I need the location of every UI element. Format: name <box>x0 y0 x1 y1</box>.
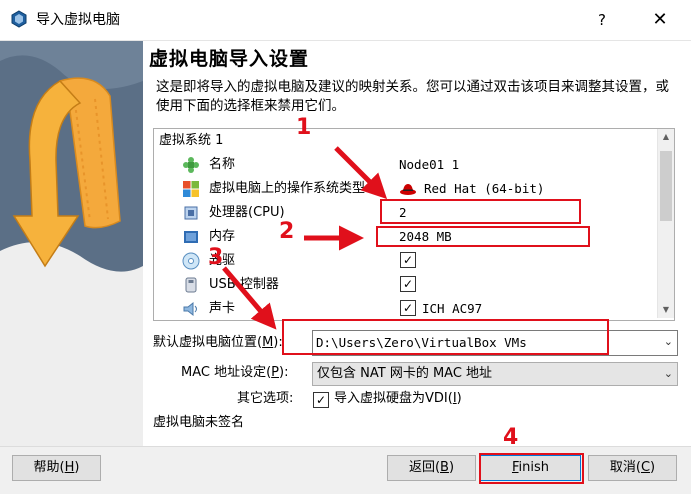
page-title: 虚拟电脑导入设置 <box>149 48 310 70</box>
tree-row-value[interactable]: 2 <box>399 204 407 222</box>
chevron-down-icon[interactable]: ⌄ <box>664 366 673 382</box>
tree-row-value[interactable]: Node01 1 <box>399 156 459 174</box>
annotation-number-1: 1 <box>296 115 312 140</box>
tree-row-value[interactable]: ICH AC97 <box>422 300 482 318</box>
tree-row-label: USB 控制器 <box>209 277 279 292</box>
mac-policy-value: 仅包含 NAT 网卡的 MAC 地址 <box>317 366 493 381</box>
annotation-number-4: 4 <box>503 425 519 450</box>
signature-status-text: 虚拟电脑未签名 <box>153 415 245 430</box>
annotation-number-2: 2 <box>279 219 295 244</box>
mac-policy-select[interactable]: 仅包含 NAT 网卡的 MAC 地址 ⌄ <box>312 362 678 386</box>
mac-policy-label: MAC 地址设定(P): <box>181 365 289 380</box>
annotation-number-3: 3 <box>208 245 224 270</box>
tree-row-label: 声卡 <box>209 301 236 316</box>
tree-row-memory[interactable]: 内存 2048 MB <box>154 225 657 249</box>
tree-row-value[interactable]: Red Hat (64-bit) <box>424 180 544 198</box>
tree-row-label: 名称 <box>209 157 236 172</box>
help-button[interactable]: 帮助(H) <box>12 455 101 481</box>
finish-button[interactable]: Finish <box>480 455 581 481</box>
tree-row-sound[interactable]: 声卡 ✓ ICH AC97 <box>154 297 657 321</box>
location-path-field[interactable]: D:\Users\Zero\VirtualBox VMs ⌄ <box>312 330 678 356</box>
usb-icon <box>185 277 197 293</box>
optical-disc-icon <box>182 252 200 270</box>
tree-row-name[interactable]: 名称 Node01 1 <box>154 153 657 177</box>
cancel-button[interactable]: 取消(C) <box>588 455 677 481</box>
chevron-down-icon[interactable]: ⌄ <box>664 334 673 350</box>
optical-enabled-checkbox[interactable]: ✓ <box>400 252 416 268</box>
back-button[interactable]: 返回(B) <box>387 455 476 481</box>
import-vdi-checkbox[interactable]: ✓ <box>313 392 329 408</box>
scroll-thumb[interactable] <box>660 151 672 221</box>
virtualbox-icon <box>11 10 27 28</box>
sound-enabled-checkbox[interactable]: ✓ <box>400 300 416 316</box>
tree-scrollbar[interactable]: ▲ ▼ <box>657 129 674 318</box>
window-title: 导入虚拟电脑 <box>36 12 120 28</box>
context-help-button[interactable]: ? <box>592 8 612 32</box>
title-bar: 导入虚拟电脑 ? ✕ <box>0 0 691 41</box>
banner-illustration <box>0 41 143 446</box>
tree-row-label: 处理器(CPU) <box>209 205 285 220</box>
tree-row-optical[interactable]: 光驱 ✓ <box>154 249 657 273</box>
scroll-up-arrow-icon[interactable]: ▲ <box>658 129 674 145</box>
os-windows-icon <box>183 181 199 197</box>
cpu-chip-icon <box>184 206 198 220</box>
tree-row-cpu[interactable]: 处理器(CPU) 2 <box>154 201 657 225</box>
memory-chip-icon <box>184 231 198 243</box>
speaker-icon <box>183 301 197 317</box>
virtual-system-header[interactable]: 虚拟系统 1 <box>159 132 223 150</box>
name-puzzle-icon <box>183 157 199 173</box>
location-label: 默认虚拟电脑位置(M): <box>153 335 283 350</box>
other-options-label: 其它选项: <box>237 391 294 406</box>
import-vdi-label[interactable]: 导入虚拟硬盘为VDI(I) <box>334 390 462 408</box>
scroll-down-arrow-icon[interactable]: ▼ <box>658 302 674 318</box>
tree-row-usb[interactable]: USB 控制器 ✓ <box>154 273 657 297</box>
usb-enabled-checkbox[interactable]: ✓ <box>400 276 416 292</box>
appliance-settings-tree[interactable]: 虚拟系统 1 名称 Node01 1 虚拟电脑上的操作系统类型 Red Hat … <box>153 128 675 321</box>
tree-row-os-type[interactable]: 虚拟电脑上的操作系统类型 Red Hat (64-bit) <box>154 177 657 201</box>
tree-row-label: 内存 <box>209 229 236 244</box>
wizard-banner <box>0 41 143 446</box>
redhat-icon <box>399 180 417 198</box>
tree-row-value[interactable]: 2048 MB <box>399 228 452 246</box>
close-button[interactable]: ✕ <box>648 8 672 32</box>
tree-row-label: 虚拟电脑上的操作系统类型 <box>209 181 366 196</box>
page-description: 这是即将导入的虚拟电脑及建议的映射关系。您可以通过双击该项目来调整其设置，或使用… <box>156 79 669 114</box>
location-path-value[interactable]: D:\Users\Zero\VirtualBox VMs <box>316 334 527 352</box>
